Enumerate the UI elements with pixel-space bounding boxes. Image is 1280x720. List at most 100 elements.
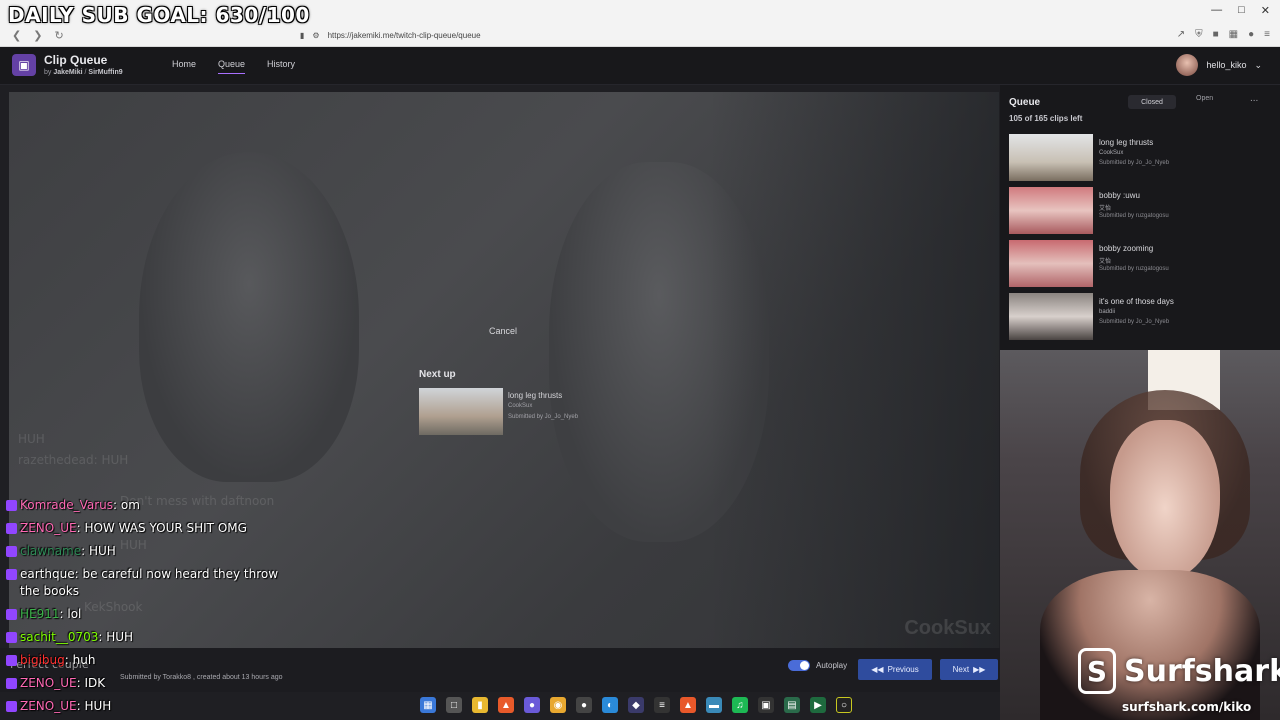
app-icon[interactable]: ○ xyxy=(836,697,852,713)
queue-item[interactable]: it's one of those days baddii Submitted … xyxy=(1009,293,1271,341)
chat-username[interactable]: sachit__0703 xyxy=(20,630,98,644)
cancel-button[interactable]: Cancel xyxy=(489,326,517,336)
prime-badge-icon xyxy=(6,609,17,620)
brave-icon[interactable]: ▲ xyxy=(498,697,514,713)
app-icon[interactable]: ≡ xyxy=(654,697,670,713)
prime-badge-icon xyxy=(6,569,17,580)
file-icon[interactable]: □ xyxy=(446,697,462,713)
obs-icon[interactable]: ● xyxy=(576,697,592,713)
share-icon[interactable]: ↗ xyxy=(1177,29,1185,40)
toggle-switch[interactable] xyxy=(788,660,810,671)
profile-icon[interactable]: ● xyxy=(1248,29,1254,40)
app-icon[interactable]: ◆ xyxy=(628,697,644,713)
queue-thumbnail[interactable] xyxy=(1009,187,1093,234)
queue-closed-button[interactable]: Closed xyxy=(1128,95,1176,109)
chat-message: clawname: HUH xyxy=(6,543,296,560)
credit-author-1[interactable]: JakeMiki xyxy=(53,69,82,76)
prime-badge-icon xyxy=(6,678,17,689)
queue-item-title: bobby zooming xyxy=(1099,244,1154,253)
next-up-thumbnail[interactable] xyxy=(419,388,503,435)
next-up-submitter: Submitted by Jo_Jo_Nyeb xyxy=(508,414,579,420)
credit-author-2[interactable]: SirMuffin9 xyxy=(88,69,122,76)
bookmark-icon[interactable]: ▮ xyxy=(300,31,304,40)
username[interactable]: hello_kiko xyxy=(1206,60,1246,70)
next-up-title[interactable]: long leg thrusts xyxy=(508,391,562,400)
chat-separator: : xyxy=(81,544,89,558)
brave-browser-icon[interactable]: ▲ xyxy=(680,697,696,713)
queue-thumbnail[interactable] xyxy=(1009,240,1093,287)
chat-text: HUH xyxy=(89,544,116,558)
reload-icon[interactable]: ↻ xyxy=(54,29,63,42)
credit-separator: / xyxy=(84,69,87,76)
chat-username[interactable]: earthque xyxy=(20,567,75,581)
chat-separator: : xyxy=(64,653,73,667)
menu-icon[interactable]: ≡ xyxy=(1264,29,1270,40)
nav-queue[interactable]: Queue xyxy=(218,59,246,74)
twitch-logo-icon[interactable]: ▣ xyxy=(12,54,36,76)
chat-message-body: ZENO_UE: HUH xyxy=(20,698,111,715)
chevron-down-icon[interactable]: ⌄ xyxy=(1254,60,1262,71)
user-menu[interactable]: hello_kiko ⌄ xyxy=(1176,54,1262,76)
prime-badge-icon xyxy=(6,701,17,712)
chat-message: sachit__0703: HUH xyxy=(6,629,296,646)
chat-message-body: HE911: lol xyxy=(20,606,81,623)
spotify-icon[interactable]: ♫ xyxy=(732,697,748,713)
maximize-icon[interactable]: □ xyxy=(1238,4,1245,17)
terminal-icon[interactable]: ▶ xyxy=(810,697,826,713)
next-button[interactable]: Next ▶▶ xyxy=(940,659,998,680)
chat-message-body: clawname: HUH xyxy=(20,543,116,560)
queue-item[interactable]: bobby zooming 艾怡 Submitted by ruzgatogos… xyxy=(1009,240,1271,288)
prime-badge-icon xyxy=(6,523,17,534)
extension-icon[interactable]: ■ xyxy=(1213,29,1219,40)
chat-username[interactable]: HE911 xyxy=(20,607,60,621)
app-icon[interactable]: ▣ xyxy=(758,697,774,713)
close-icon[interactable]: ✕ xyxy=(1261,4,1270,17)
app-icon[interactable]: ▤ xyxy=(784,697,800,713)
previous-label: Previous xyxy=(887,665,919,674)
chat-text: om xyxy=(120,498,140,512)
queue-item-title: it's one of those days xyxy=(1099,297,1174,306)
chat-username[interactable]: ZENO_UE xyxy=(20,676,77,690)
queue-open-button[interactable]: Open xyxy=(1196,95,1213,102)
more-options-icon[interactable]: ... xyxy=(1250,93,1258,104)
app-title[interactable]: Clip Queue xyxy=(44,53,107,67)
queue-item-submitter: Submitted by Jo_Jo_Nyeb xyxy=(1099,319,1170,325)
queue-item[interactable]: long leg thrusts CookSux Submitted by Jo… xyxy=(1009,134,1271,182)
prime-badge-icon xyxy=(6,500,17,511)
queue-item-channel: baddii xyxy=(1099,309,1116,315)
forward-icon[interactable]: ❯ xyxy=(33,29,42,42)
minimize-icon[interactable]: — xyxy=(1211,4,1222,17)
site-settings-icon[interactable]: ⚙ xyxy=(312,31,319,40)
back-icon[interactable]: ❮ xyxy=(12,29,21,42)
credits-prefix: by xyxy=(44,69,52,76)
video-watermark: CookSux xyxy=(904,617,991,639)
queue-item[interactable]: bobby :uwu 艾怡 Submitted by ruzgatogosu xyxy=(1009,187,1271,235)
rewind-icon: ◀◀ xyxy=(871,665,884,674)
url-text[interactable]: https://jakemiki.me/twitch-clip-queue/qu… xyxy=(328,31,481,40)
video-frame-shadow xyxy=(709,92,999,648)
folder-icon[interactable]: ▮ xyxy=(472,697,488,713)
app-icon[interactable]: ▬ xyxy=(706,697,722,713)
previous-button[interactable]: ◀◀ Previous xyxy=(858,659,932,680)
autoplay-toggle[interactable]: Autoplay xyxy=(788,660,847,671)
nav-home[interactable]: Home xyxy=(172,59,196,74)
chat-username[interactable]: bigibug xyxy=(20,653,65,667)
shield-icon[interactable]: ⛨ xyxy=(1195,29,1203,40)
sponsor-name: Surfshark xyxy=(1124,653,1280,689)
chat-username[interactable]: clawname xyxy=(20,544,81,558)
queue-thumbnail[interactable] xyxy=(1009,134,1093,181)
chat-message-body: sachit__0703: HUH xyxy=(20,629,133,646)
avatar[interactable] xyxy=(1176,54,1199,76)
queue-thumbnail[interactable] xyxy=(1009,293,1093,340)
chat-username[interactable]: Komrade_Varus xyxy=(20,498,113,512)
chat-username[interactable]: ZENO_UE xyxy=(20,699,77,713)
edge-icon[interactable]: ◐ xyxy=(602,697,618,713)
chat-username[interactable]: ZENO_UE xyxy=(20,521,77,535)
discord-icon[interactable]: ● xyxy=(524,697,540,713)
fast-forward-icon: ▶▶ xyxy=(973,665,986,674)
nav-history[interactable]: History xyxy=(267,59,295,74)
address-bar[interactable]: ▮ ⚙ https://jakemiki.me/twitch-clip-queu… xyxy=(300,27,960,43)
sidebar-icon[interactable]: ▦ xyxy=(1229,29,1238,40)
windows-start-icon[interactable]: ▦ xyxy=(420,697,436,713)
chrome-icon[interactable]: ◉ xyxy=(550,697,566,713)
